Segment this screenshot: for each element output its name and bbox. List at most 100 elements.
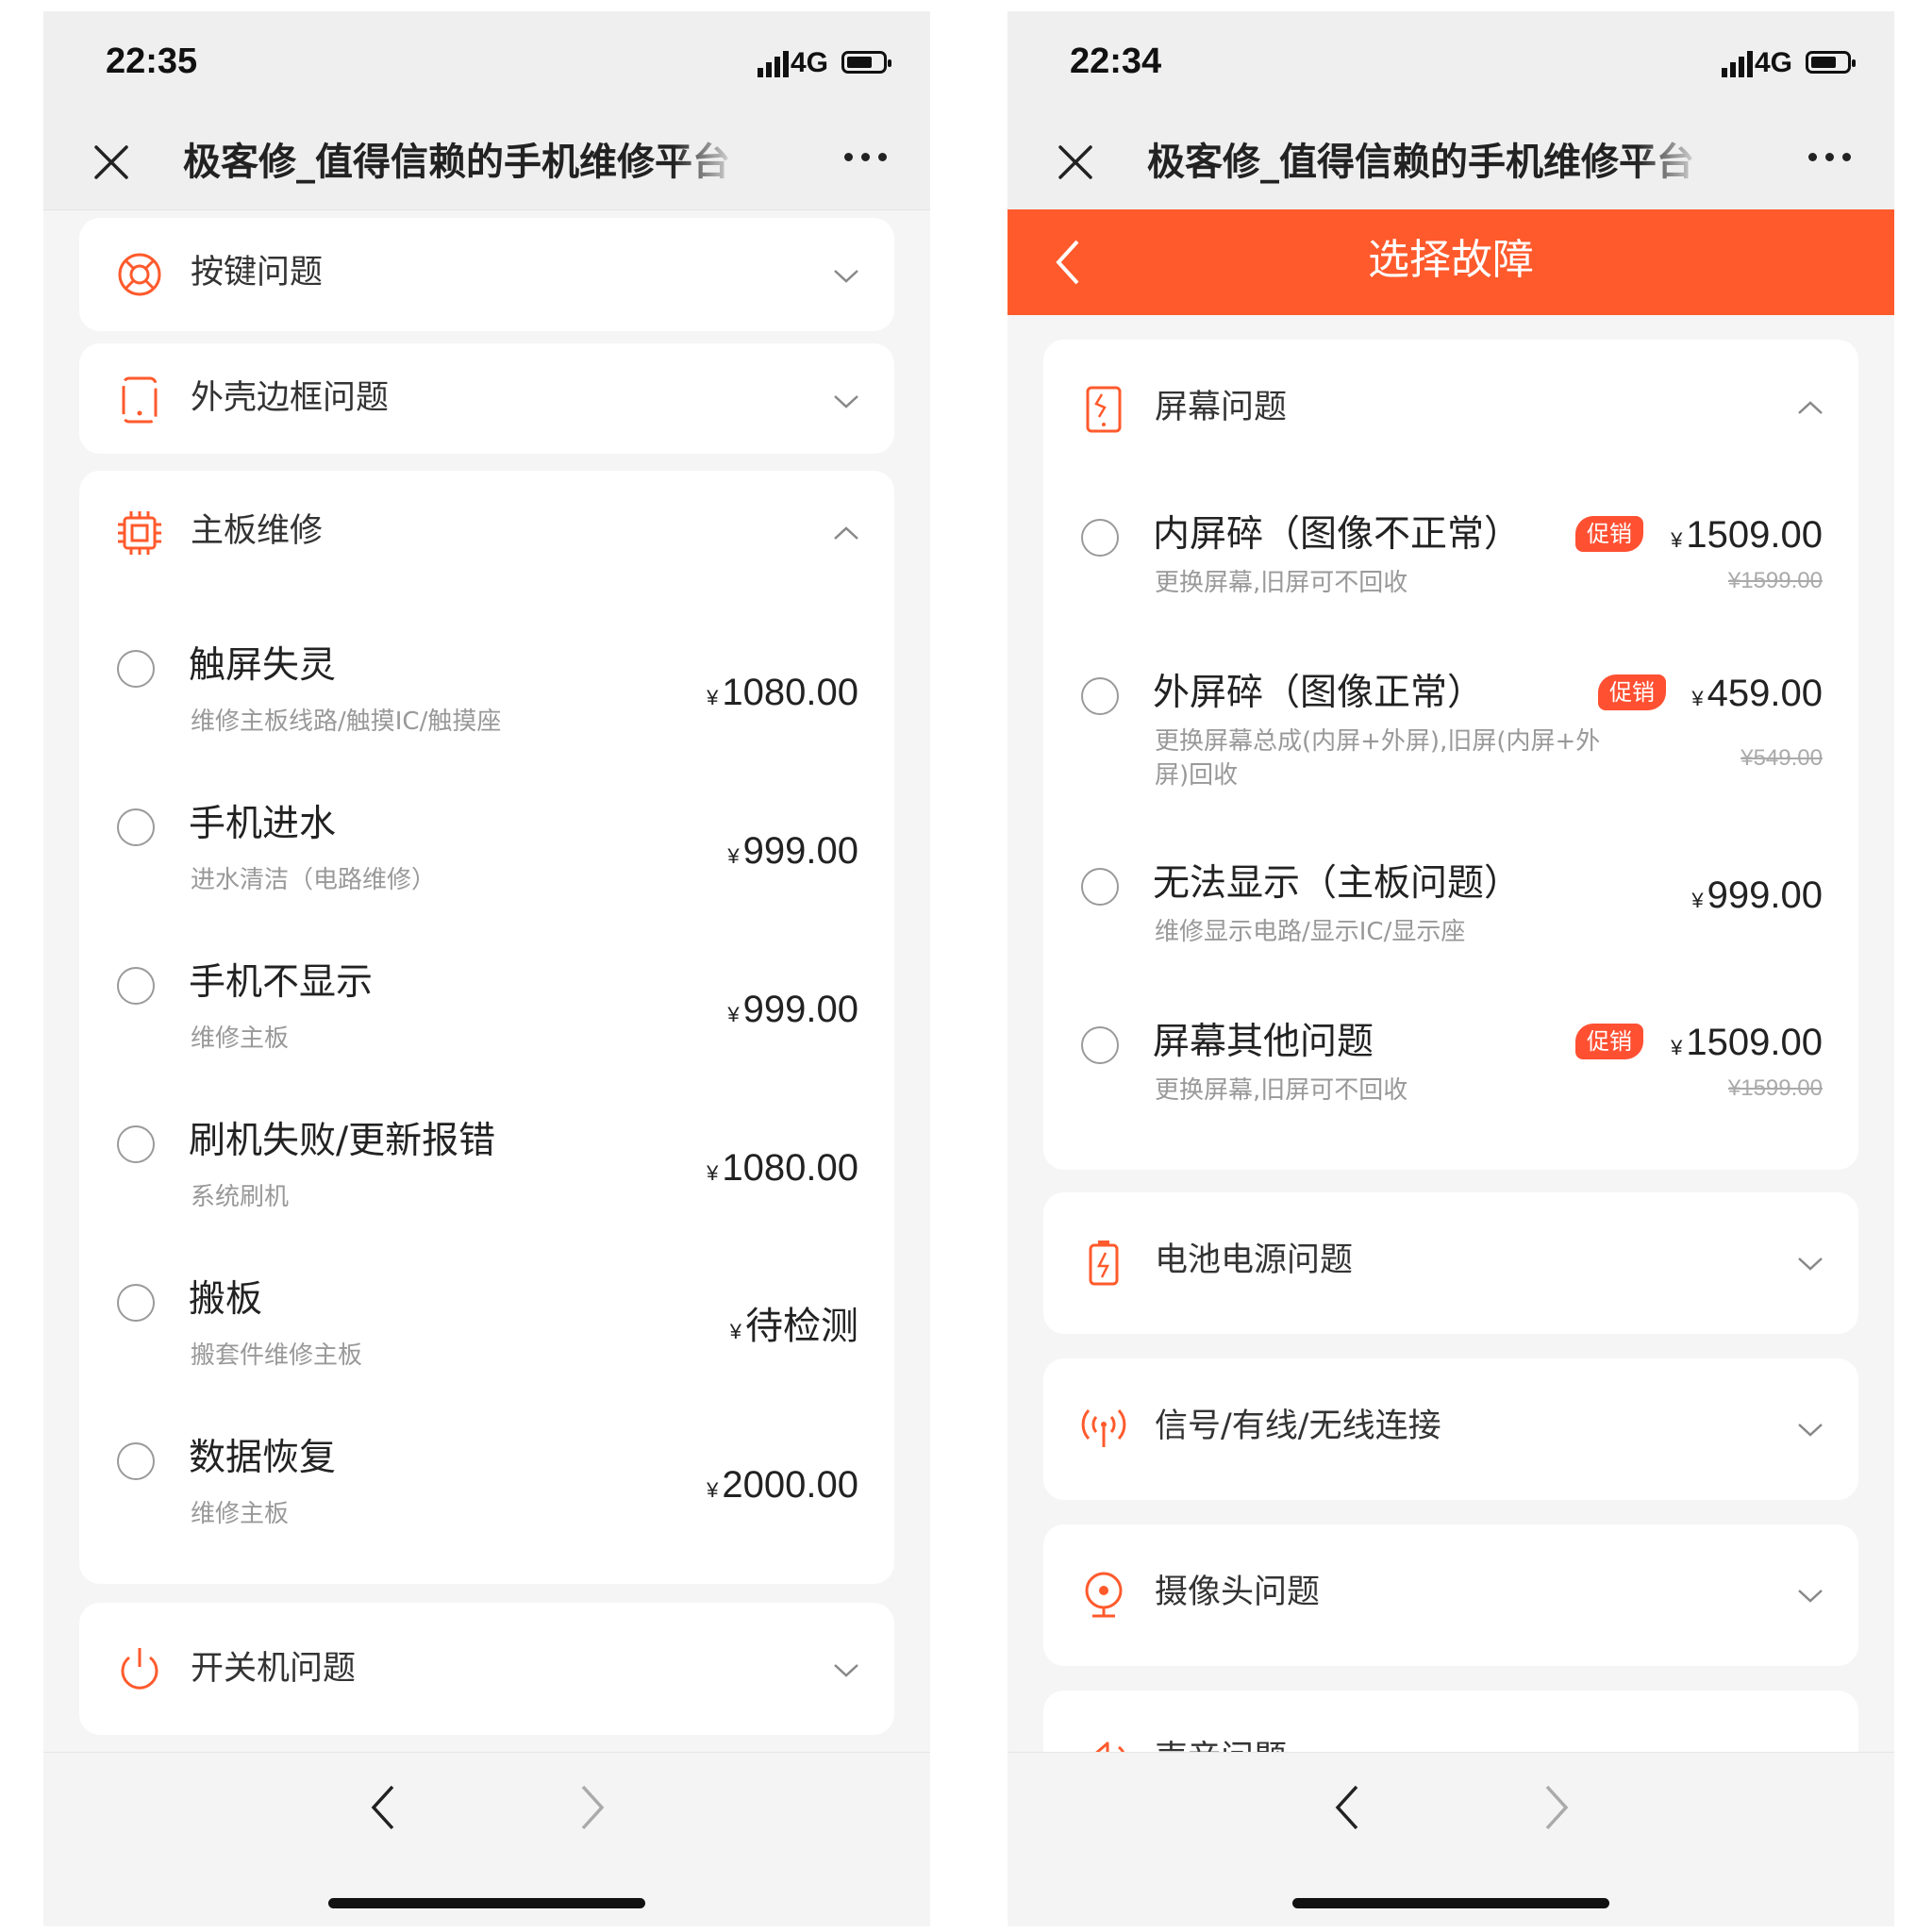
category-header[interactable]: 外壳边框问题 (79, 343, 894, 483)
lifebuoy-icon (115, 250, 164, 299)
select-radio[interactable] (1081, 868, 1119, 906)
select-radio[interactable] (1081, 677, 1119, 715)
browser-bottom-bar (1008, 1752, 1894, 1926)
category-header[interactable]: 屏幕问题 (1043, 340, 1858, 479)
category-battery[interactable]: 电池电源问题 (1043, 1192, 1858, 1334)
fault-name: 搬板 (189, 1278, 263, 1321)
category-sound[interactable]: 声音问题 (1043, 1690, 1858, 1753)
header-title: 选择故障 (1368, 236, 1534, 284)
fault-description: 更换屏幕总成(内屏+外屏),旧屏(内屏+外屏)回收 (1155, 727, 1601, 790)
select-radio[interactable] (117, 1284, 155, 1322)
category-header[interactable]: 摄像头问题 (1043, 1524, 1858, 1664)
fault-item[interactable]: 刷机失败/更新报错 系统刷机 ¥1080.00 (79, 1105, 894, 1246)
chip-icon (115, 508, 164, 558)
select-radio[interactable] (1081, 1026, 1119, 1064)
fault-price: ¥2000.00 (707, 1464, 858, 1506)
fault-description: 更换屏幕,旧屏可不回收 (1155, 1076, 1408, 1105)
status-bar: 22:35 4G (43, 11, 930, 115)
close-icon[interactable] (1055, 142, 1096, 183)
chevron-up-icon (1796, 394, 1824, 423)
original-price: ¥1599.00 (1727, 568, 1823, 593)
category-label: 开关机问题 (191, 1650, 357, 1688)
fault-description: 维修主板 (191, 1024, 290, 1053)
category-label: 外壳边框问题 (191, 379, 390, 417)
category-header[interactable]: 开关机问题 (79, 1603, 894, 1742)
category-screen: 屏幕问题 内屏碎（图像不正常） 促销 ¥1509.00 更换屏幕,旧屏可不回收 … (1043, 340, 1858, 1170)
fault-price: ¥1509.00 (1671, 1022, 1823, 1063)
original-price: ¥1599.00 (1727, 1075, 1823, 1101)
fault-name: 内屏碎（图像不正常） (1153, 513, 1522, 556)
fault-item[interactable]: 无法显示（主板问题） ¥999.00 维修显示电路/显示IC/显示座 (1043, 847, 1858, 989)
battery-status-icon (841, 51, 891, 74)
category-camera[interactable]: 摄像头问题 (1043, 1524, 1858, 1666)
browser-bottom-bar (43, 1752, 930, 1926)
fault-price: ¥1080.00 (707, 1147, 858, 1189)
original-price: ¥549.00 (1740, 745, 1823, 771)
page-title: 极客修_值得信赖的手机维修平台 (1147, 141, 1694, 184)
home-indicator[interactable] (328, 1898, 645, 1908)
fault-description: 维修主板 (191, 1500, 290, 1528)
home-indicator[interactable] (1292, 1898, 1609, 1908)
fault-item[interactable]: 手机不显示 维修主板 ¥999.00 (79, 946, 894, 1088)
fault-item[interactable]: 触屏失灵 维修主板线路/触摸IC/触摸座 ¥1080.00 (79, 629, 894, 771)
chevron-up-icon (832, 520, 860, 548)
fault-name: 手机不显示 (189, 961, 374, 1004)
promo-badge: 促销 (1598, 675, 1666, 710)
fault-price: ¥459.00 (1691, 673, 1823, 714)
fault-price: ¥999.00 (727, 989, 858, 1030)
select-radio[interactable] (117, 808, 155, 846)
select-radio[interactable] (117, 650, 155, 688)
category-header[interactable]: 信号/有线/无线连接 (1043, 1358, 1858, 1498)
forward-arrow-icon[interactable] (1538, 1781, 1575, 1834)
category-header[interactable]: 按键问题 (79, 218, 894, 358)
close-icon[interactable] (91, 142, 132, 183)
broken-screen-icon (1079, 385, 1128, 434)
fault-item[interactable]: 外屏碎（图像正常） 促销 ¥459.00 更换屏幕总成(内屏+外屏),旧屏(内屏… (1043, 657, 1858, 798)
category-signal[interactable]: 信号/有线/无线连接 (1043, 1358, 1858, 1500)
select-radio[interactable] (1081, 519, 1119, 557)
category-frame[interactable]: 外壳边框问题 (79, 343, 894, 454)
browser-nav-bar: 极客修_值得信赖的手机维修平台 (1008, 115, 1894, 210)
category-label: 屏幕问题 (1155, 389, 1288, 426)
fault-item[interactable]: 内屏碎（图像不正常） 促销 ¥1509.00 更换屏幕,旧屏可不回收 ¥1599… (1043, 498, 1858, 640)
fault-item[interactable]: 手机进水 进水清洁（电路维修） ¥999.00 (79, 788, 894, 929)
chevron-down-icon (1796, 1249, 1824, 1277)
fault-name: 手机进水 (189, 803, 337, 845)
select-radio[interactable] (117, 967, 155, 1005)
more-options-icon[interactable] (844, 153, 887, 161)
category-label: 主板维修 (191, 512, 324, 550)
fault-price: ¥999.00 (727, 830, 858, 872)
fault-item[interactable]: 数据恢复 维修主板 ¥2000.00 (79, 1422, 894, 1563)
fault-price: ¥1509.00 (1671, 514, 1823, 556)
more-options-icon[interactable] (1808, 153, 1851, 161)
category-header[interactable]: 主板维修 (79, 471, 894, 610)
chevron-down-icon (832, 261, 860, 290)
fault-item[interactable]: 搬板 搬套件维修主板 ¥ 待检测 (79, 1263, 894, 1405)
chevron-down-icon (832, 1656, 860, 1684)
fault-description: 系统刷机 (191, 1183, 290, 1211)
category-header[interactable]: 声音问题 (1043, 1690, 1858, 1753)
battery-status-icon (1806, 51, 1856, 74)
promo-badge: 促销 (1575, 516, 1643, 552)
category-header[interactable]: 电池电源问题 (1043, 1192, 1858, 1332)
chevron-down-icon (1796, 1415, 1824, 1443)
category-power[interactable]: 开关机问题 (79, 1603, 894, 1735)
fault-item[interactable]: 屏幕其他问题 促销 ¥1509.00 更换屏幕,旧屏可不回收 ¥1599.00 (1043, 1006, 1858, 1147)
cellular-signal-icon (1722, 49, 1753, 77)
chevron-down-icon (1796, 1581, 1824, 1609)
category-label: 按键问题 (191, 254, 324, 291)
category-label: 信号/有线/无线连接 (1155, 1407, 1441, 1445)
fault-name: 无法显示（主板问题） (1153, 862, 1522, 905)
select-radio[interactable] (117, 1442, 155, 1480)
fault-name: 触屏失灵 (189, 644, 337, 687)
battery-icon (1079, 1238, 1128, 1287)
forward-arrow-icon[interactable] (574, 1781, 611, 1834)
browser-nav-bar: 极客修_值得信赖的手机维修平台 (43, 115, 930, 210)
chevron-down-icon (832, 387, 860, 415)
back-arrow-icon[interactable] (364, 1781, 402, 1834)
network-type: 4G (790, 47, 828, 78)
fault-name: 数据恢复 (189, 1437, 337, 1479)
back-arrow-icon[interactable] (1328, 1781, 1366, 1834)
category-keys[interactable]: 按键问题 (79, 218, 894, 331)
select-radio[interactable] (117, 1125, 155, 1163)
